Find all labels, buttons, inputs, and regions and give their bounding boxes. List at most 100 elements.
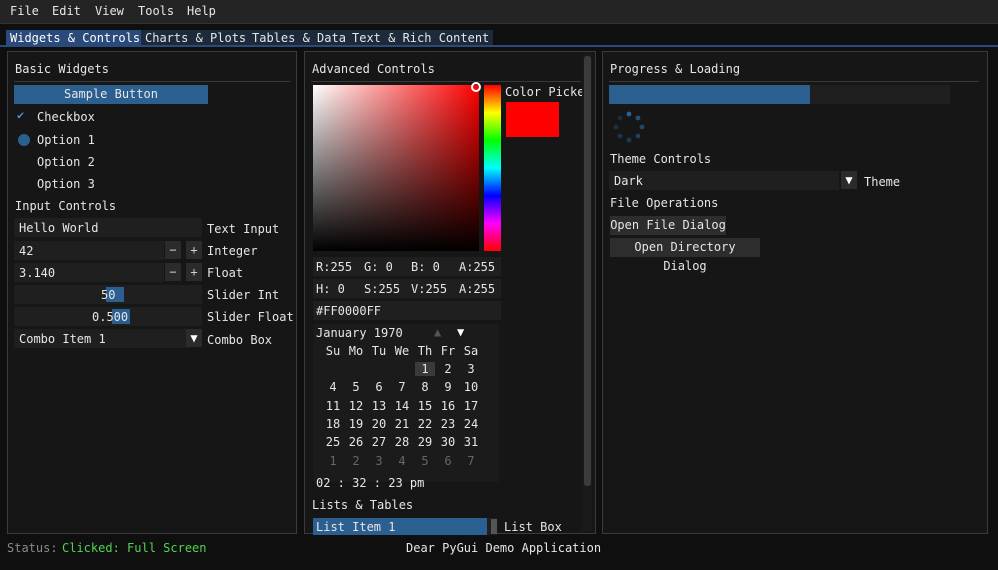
weekday-header: Fr <box>440 344 456 358</box>
calendar-day[interactable]: 28 <box>392 435 412 449</box>
calendar-day[interactable]: 17 <box>461 399 481 413</box>
list-box[interactable]: List Item 1 <box>313 518 497 535</box>
text-input[interactable]: Hello World <box>14 218 202 237</box>
calendar-day[interactable]: 6 <box>438 454 458 468</box>
menu-view[interactable]: View <box>95 4 124 18</box>
calendar-day[interactable]: 14 <box>392 399 412 413</box>
radio-option-1[interactable]: Option 1 <box>37 133 95 147</box>
integer-label: Integer <box>207 244 258 258</box>
tab-widgets-controls[interactable]: Widgets & Controls <box>6 30 145 46</box>
calendar-day[interactable]: 5 <box>346 380 366 394</box>
panel-scrollbar-thumb[interactable] <box>584 56 591 486</box>
calendar-day[interactable]: 26 <box>346 435 366 449</box>
calendar-day[interactable]: 30 <box>438 435 458 449</box>
slider-int[interactable]: 50 <box>14 285 202 304</box>
rgba-a[interactable]: A:255 <box>459 260 495 274</box>
menu-tools[interactable]: Tools <box>138 4 174 18</box>
hue-bar[interactable] <box>484 85 501 251</box>
list-scrollbar[interactable] <box>491 519 497 534</box>
date-picker-month[interactable]: January 1970 <box>316 326 403 340</box>
slider-int-value: 50 <box>101 288 116 302</box>
weekday-header: Su <box>325 344 341 358</box>
time-picker[interactable]: 02 : 32 : 23 pm <box>316 476 424 490</box>
hsva-h[interactable]: H: 0 <box>316 282 345 296</box>
hex-input[interactable]: #FF0000FF <box>313 301 501 320</box>
checkmark-icon[interactable]: ✔ <box>17 108 24 122</box>
status-label: Status: <box>7 541 58 555</box>
calendar-day[interactable]: 23 <box>438 417 458 431</box>
advanced-controls-title: Advanced Controls <box>312 62 435 76</box>
hsva-v[interactable]: V:255 <box>411 282 447 296</box>
next-month-icon[interactable]: ▼ <box>457 325 464 339</box>
hsva-s[interactable]: S:255 <box>364 282 400 296</box>
calendar-day[interactable]: 7 <box>461 454 481 468</box>
integer-plus-button[interactable]: + <box>186 241 202 259</box>
slider-float[interactable]: 0.500 <box>14 307 202 326</box>
chevron-down-icon[interactable]: ▼ <box>841 171 857 189</box>
float-label: Float <box>207 266 244 280</box>
calendar-day[interactable]: 4 <box>392 454 412 468</box>
calendar-day[interactable]: 1 <box>415 362 435 376</box>
radio-option-3[interactable]: Option 3 <box>37 177 95 191</box>
calendar-day[interactable]: 12 <box>346 399 366 413</box>
calendar-day[interactable]: 27 <box>369 435 389 449</box>
hex-value: #FF0000FF <box>316 304 382 318</box>
float-input[interactable]: 3.140 <box>14 263 164 282</box>
float-minus-button[interactable]: − <box>165 263 181 281</box>
float-plus-button[interactable]: + <box>186 263 202 281</box>
radio-selected-icon[interactable] <box>18 134 30 146</box>
integer-input[interactable]: 42 <box>14 241 164 260</box>
calendar-day[interactable]: 3 <box>369 454 389 468</box>
calendar-day[interactable]: 5 <box>415 454 435 468</box>
tab-tables-data[interactable]: Tables & Data <box>248 30 350 46</box>
integer-minus-button[interactable]: − <box>165 241 181 259</box>
calendar-day[interactable]: 2 <box>346 454 366 468</box>
menu-help[interactable]: Help <box>187 4 216 18</box>
calendar-day[interactable]: 25 <box>323 435 343 449</box>
calendar-day[interactable]: 16 <box>438 399 458 413</box>
tab-text-rich-content[interactable]: Text & Rich Content <box>348 30 494 46</box>
rgba-r[interactable]: R:255 <box>316 260 352 274</box>
calendar-day[interactable]: 29 <box>415 435 435 449</box>
calendar-day[interactable]: 4 <box>323 380 343 394</box>
open-file-dialog-button[interactable]: Open File Dialog <box>610 216 726 235</box>
radio-option-2[interactable]: Option 2 <box>37 155 95 169</box>
combo-box[interactable]: Combo Item 1 <box>14 329 190 348</box>
calendar-day[interactable]: 20 <box>369 417 389 431</box>
calendar-day[interactable]: 11 <box>323 399 343 413</box>
slider-int-label: Slider Int <box>207 288 280 302</box>
calendar-day[interactable]: 3 <box>461 362 481 376</box>
calendar-day[interactable]: 24 <box>461 417 481 431</box>
calendar-day[interactable]: 19 <box>346 417 366 431</box>
calendar-day[interactable]: 13 <box>369 399 389 413</box>
rgba-g[interactable]: G: 0 <box>364 260 393 274</box>
calendar-day[interactable]: 15 <box>415 399 435 413</box>
rgba-b[interactable]: B: 0 <box>411 260 440 274</box>
sample-button[interactable]: Sample Button <box>14 85 208 104</box>
calendar-day[interactable]: 7 <box>392 380 412 394</box>
prev-month-icon[interactable]: ▲ <box>434 325 441 339</box>
chevron-down-icon[interactable]: ▼ <box>186 329 202 347</box>
menu-file[interactable]: File <box>10 4 39 18</box>
calendar-day[interactable]: 9 <box>438 380 458 394</box>
calendar-day[interactable]: 31 <box>461 435 481 449</box>
color-preview-swatch[interactable] <box>506 102 559 137</box>
calendar-day[interactable]: 21 <box>392 417 412 431</box>
hsva-a[interactable]: A:255 <box>459 282 495 296</box>
tab-charts-plots[interactable]: Charts & Plots <box>141 30 251 46</box>
theme-combo[interactable]: Dark <box>609 171 839 190</box>
open-directory-dialog-button[interactable]: Open Directory Dialog <box>610 238 760 273</box>
calendar-day[interactable]: 10 <box>461 380 481 394</box>
calendar-day[interactable]: 2 <box>438 362 458 376</box>
hsva-inputs[interactable]: H: 0 S:255 V:255 A:255 <box>313 279 501 298</box>
calendar-day[interactable]: 22 <box>415 417 435 431</box>
color-picker-cursor[interactable] <box>471 82 481 92</box>
list-item-selected[interactable]: List Item 1 <box>313 518 487 535</box>
calendar-day[interactable]: 8 <box>415 380 435 394</box>
calendar-day[interactable]: 18 <box>323 417 343 431</box>
calendar-day[interactable]: 1 <box>323 454 343 468</box>
rgba-inputs[interactable]: R:255 G: 0 B: 0 A:255 <box>313 257 501 276</box>
color-sv-square[interactable] <box>313 85 479 251</box>
menu-edit[interactable]: Edit <box>52 4 81 18</box>
calendar-day[interactable]: 6 <box>369 380 389 394</box>
